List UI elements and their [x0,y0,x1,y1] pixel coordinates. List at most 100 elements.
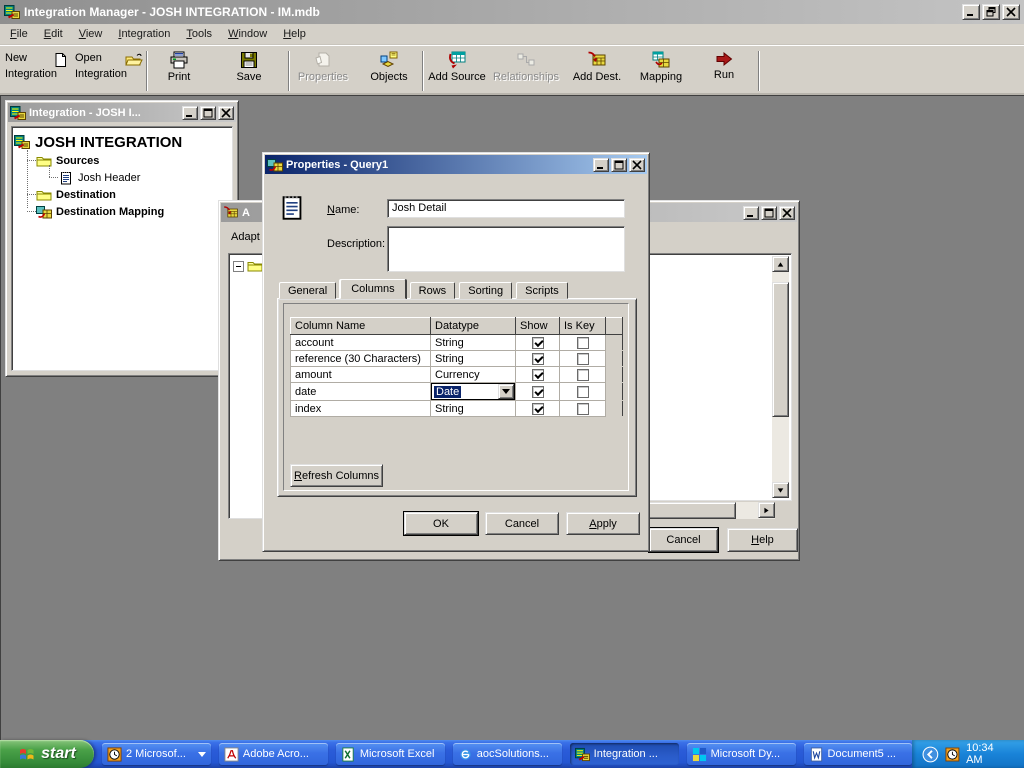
show-checkbox[interactable] [532,403,544,415]
close-icon [221,108,231,118]
columns-grid: Column Name Datatype Show Is Key account… [290,317,623,417]
cell-column-name[interactable]: amount [291,367,431,383]
toolbar-add-dest-button[interactable]: Add Dest. [568,49,626,93]
open-folder-icon [124,52,144,68]
integration-close-button[interactable] [218,106,234,120]
menu-tools[interactable]: Tools [178,25,220,43]
integration-minimize-button[interactable] [182,106,198,120]
header-show[interactable]: Show [516,318,560,335]
cell-datatype[interactable]: Currency [431,367,516,383]
restore-icon [986,7,996,17]
taskbar: start 2 Microsof... Adobe Acro... Micros… [0,740,1024,768]
adapter-cancel-button[interactable]: Cancel [649,528,718,552]
cell-datatype[interactable]: String [431,401,516,417]
tree-item-destination-mapping[interactable]: Destination Mapping [36,203,230,220]
is-key-checkbox[interactable] [577,337,589,349]
hide-icons-chevron-icon[interactable] [922,746,939,763]
tab-general[interactable]: General [279,282,336,299]
header-column-name[interactable]: Column Name [291,318,431,335]
header-datatype[interactable]: Datatype [431,318,516,335]
tree-item-josh-header[interactable]: Josh Header [58,169,230,186]
integration-window-titlebar[interactable]: Integration - JOSH I... [8,103,236,122]
start-button[interactable]: start [0,740,94,768]
main-minimize-button[interactable] [962,4,980,20]
scroll-up-button[interactable] [772,256,789,272]
integration-maximize-button[interactable] [200,106,216,120]
dialog-close-button[interactable] [629,158,645,172]
toolbar-mapping-button[interactable]: Mapping [632,49,690,93]
is-key-checkbox[interactable] [577,353,589,365]
menu-window[interactable]: Window [220,25,275,43]
menu-file[interactable]: File [2,25,36,43]
cell-column-name[interactable]: date [291,383,431,401]
menu-view[interactable]: View [71,25,111,43]
taskbar-item-aocsolutions[interactable]: aocSolutions... [453,743,562,765]
cell-column-name[interactable]: reference (30 Characters) [291,351,431,367]
windows-flag-icon [18,746,36,762]
toolbar-add-source-button[interactable]: Add Source [426,49,488,93]
datatype-combobox[interactable]: Date [431,383,515,400]
add-source-icon [447,51,467,69]
tray-clock-icon[interactable] [945,747,960,762]
properties-dialog-titlebar[interactable]: Properties - Query1 [265,155,647,174]
taskbar-item-document5[interactable]: Document5 ... [804,743,913,765]
dialog-maximize-button[interactable] [611,158,627,172]
combobox-dropdown-button[interactable] [498,384,514,399]
header-is-key[interactable]: Is Key [560,318,606,335]
cell-column-name[interactable]: index [291,401,431,417]
name-input[interactable]: Josh Detail [387,199,625,218]
columns-tab-panel: Column Name Datatype Show Is Key account… [277,298,637,497]
dialog-minimize-button[interactable] [593,158,609,172]
tab-strip: General Columns Rows Sorting Scripts [277,279,637,298]
toolbar-print-button[interactable]: Print [148,49,210,93]
apply-button[interactable]: Apply [566,512,640,535]
taskbar-item-dynamics[interactable]: Microsoft Dy... [687,743,796,765]
toolbar-run-button[interactable]: Run [700,49,748,93]
scroll-down-button[interactable] [772,482,789,498]
tab-rows[interactable]: Rows [410,282,456,299]
menu-edit[interactable]: Edit [36,25,71,43]
show-checkbox[interactable] [532,386,544,398]
main-restore-button[interactable] [982,4,1000,20]
toolbar-save-button[interactable]: Save [218,49,280,93]
cell-datatype[interactable]: String [431,351,516,367]
tree-item-destination[interactable]: Destination [36,186,230,203]
tree-root-josh-integration[interactable]: JOSH INTEGRATION [14,132,230,152]
taskbar-item-adobe[interactable]: Adobe Acro... [219,743,328,765]
taskbar-item-integration[interactable]: Integration ... [570,743,679,765]
tree-item-sources[interactable]: Sources [36,152,230,169]
adapter-close-button[interactable] [779,206,795,220]
description-input[interactable] [387,226,625,272]
taskbar-item-excel[interactable]: Microsoft Excel [336,743,445,765]
refresh-columns-button[interactable]: Refresh Columns [290,464,383,487]
is-key-checkbox[interactable] [577,386,589,398]
toolbar-objects-button[interactable]: Objects [358,49,420,93]
cell-column-name[interactable]: account [291,335,431,351]
toolbar-new-integration-button[interactable]: New Integration [2,49,70,93]
is-key-checkbox[interactable] [577,403,589,415]
adapter-minimize-button[interactable] [743,206,759,220]
vertical-scrollbar[interactable] [772,256,789,498]
cell-datatype[interactable]: String [431,335,516,351]
show-checkbox[interactable] [532,337,544,349]
main-close-button[interactable] [1002,4,1020,20]
columns-group: Column Name Datatype Show Is Key account… [283,303,629,491]
ok-button[interactable]: OK [404,512,478,535]
adapter-maximize-button[interactable] [761,206,777,220]
show-checkbox[interactable] [532,353,544,365]
menu-integration[interactable]: Integration [110,25,178,43]
menu-help[interactable]: Help [275,25,314,43]
tab-scripts[interactable]: Scripts [516,282,568,299]
description-label: Description: [327,238,385,250]
collapse-icon[interactable] [233,261,244,272]
tab-columns[interactable]: Columns [340,279,405,299]
show-checkbox[interactable] [532,369,544,381]
taskbar-item-microsoft-group[interactable]: 2 Microsof... [102,743,211,765]
toolbar-open-integration-button[interactable]: Open Integration [72,49,146,93]
scrollbar-thumb[interactable] [772,282,789,417]
scroll-right-button[interactable] [758,502,775,518]
is-key-checkbox[interactable] [577,369,589,381]
tab-sorting[interactable]: Sorting [459,282,512,299]
adapter-help-button[interactable]: Help [727,528,798,552]
cancel-button[interactable]: Cancel [485,512,559,535]
